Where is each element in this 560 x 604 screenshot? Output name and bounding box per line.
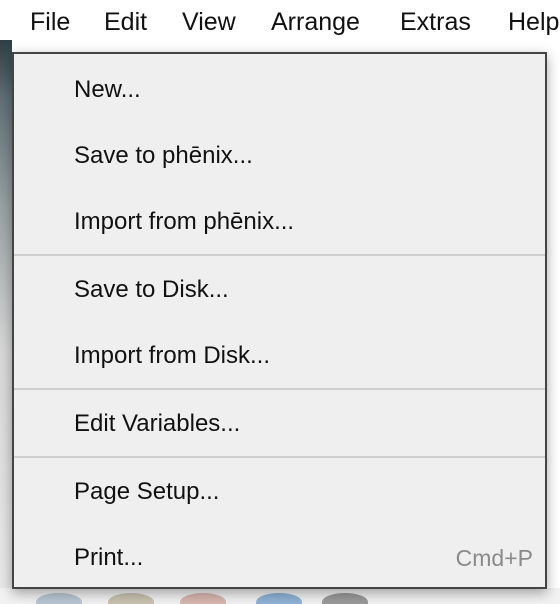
menu-separator xyxy=(14,388,545,390)
menu-separator xyxy=(14,456,545,458)
file-menu-dropdown: New... Save to phēnix... Import from phē… xyxy=(12,52,547,589)
menu-item-label: Edit Variables... xyxy=(74,410,241,437)
app-window: File Edit View Arrange Extras Help New..… xyxy=(0,0,560,604)
menu-item-label: New... xyxy=(74,76,141,103)
menu-item-shortcut: Cmd+P xyxy=(455,545,533,571)
menu-item-import-from-disk[interactable]: Import from Disk... xyxy=(14,324,545,388)
toolbar-shape-icon[interactable] xyxy=(256,593,302,604)
toolbar-shape-icon[interactable] xyxy=(108,593,154,604)
menu-item-import-from-phenix[interactable]: Import from phēnix... xyxy=(14,190,545,254)
menu-extras[interactable]: Extras xyxy=(400,6,471,38)
menu-arrange[interactable]: Arrange xyxy=(271,6,360,38)
menu-item-save-to-phenix[interactable]: Save to phēnix... xyxy=(14,124,545,188)
toolbar-shape-icon[interactable] xyxy=(322,593,368,604)
menu-view[interactable]: View xyxy=(182,6,236,38)
menu-item-label: Save to Disk... xyxy=(74,276,229,303)
toolbar-shape-icon[interactable] xyxy=(36,593,82,604)
menu-edit[interactable]: Edit xyxy=(104,6,147,38)
menu-help[interactable]: Help xyxy=(508,6,559,38)
menu-item-label: Import from Disk... xyxy=(74,342,271,369)
menu-item-save-to-disk[interactable]: Save to Disk... xyxy=(14,258,545,322)
menu-item-label: Page Setup... xyxy=(74,478,220,505)
menu-item-new[interactable]: New... xyxy=(14,58,545,122)
menu-item-page-setup[interactable]: Page Setup... xyxy=(14,460,545,524)
menu-file[interactable]: File xyxy=(30,6,70,38)
menu-item-label: Print... xyxy=(74,544,144,571)
canvas-background xyxy=(0,40,12,604)
menu-item-edit-variables[interactable]: Edit Variables... xyxy=(14,392,545,456)
menu-item-label: Save to phēnix... xyxy=(74,142,253,169)
menu-bar: File Edit View Arrange Extras Help xyxy=(0,0,560,44)
menu-item-label: Import from phēnix... xyxy=(74,208,295,235)
toolbar-shape-icon[interactable] xyxy=(180,593,226,604)
menu-item-print[interactable]: Print... Cmd+P xyxy=(14,526,545,590)
menu-separator xyxy=(14,254,545,256)
